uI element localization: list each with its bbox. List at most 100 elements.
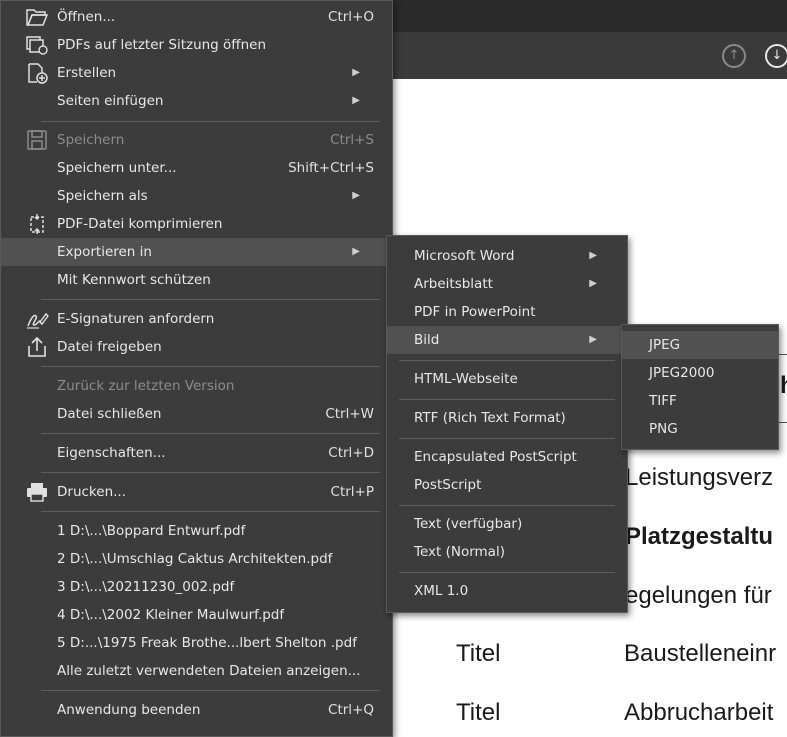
menu-item-properties[interactable]: Eigenschaften... Ctrl+D xyxy=(1,439,392,467)
menu-item-export[interactable]: Exportieren in ▶ xyxy=(1,238,392,266)
file-menu: Öffnen... Ctrl+O PDFs auf letzter Sitzun… xyxy=(0,0,393,737)
doc-text: h xyxy=(780,372,787,400)
doc-text: Titel xyxy=(456,699,501,726)
menu-item-label: Text (verfügbar) xyxy=(414,516,523,532)
image-jpeg2000[interactable]: JPEG2000 xyxy=(622,359,778,387)
menu-item-label: TIFF xyxy=(649,393,677,409)
menu-item-label: PostScript xyxy=(414,477,482,493)
menu-item-share-file[interactable]: Datei freigeben xyxy=(1,333,392,361)
export-image[interactable]: Bild ▶ xyxy=(387,326,627,354)
create-pdf-icon xyxy=(25,62,49,84)
image-tiff[interactable]: TIFF xyxy=(622,387,778,415)
pdf-session-icon xyxy=(25,34,49,56)
export-xml[interactable]: XML 1.0 xyxy=(387,577,627,605)
menu-item-compress[interactable]: PDF-Datei komprimieren xyxy=(1,210,392,238)
menu-item-show-all-recent[interactable]: Alle zuletzt verwendeten Dateien anzeige… xyxy=(1,657,392,685)
folder-open-icon xyxy=(25,6,49,28)
arrow-down-circle-icon[interactable]: ↓ xyxy=(765,44,787,68)
doc-text: Abbrucharbeit xyxy=(624,699,774,726)
menu-item-label: Datei schließen xyxy=(57,406,162,422)
menu-item-label: JPEG2000 xyxy=(649,365,715,381)
menu-item-save[interactable]: Speichern Ctrl+S xyxy=(1,126,392,154)
menu-item-password-protect[interactable]: Mit Kennwort schützen xyxy=(1,266,392,294)
menu-item-label: Eigenschaften... xyxy=(57,445,166,461)
menu-item-label: Speichern xyxy=(57,132,125,148)
image-jpeg[interactable]: JPEG xyxy=(622,331,778,359)
menu-item-revert[interactable]: Zurück zur letzten Version xyxy=(1,372,392,400)
menu-item-label: 3 D:\...\20211230_002.pdf xyxy=(57,579,235,595)
export-rtf[interactable]: RTF (Rich Text Format) xyxy=(387,404,627,432)
recent-file-5[interactable]: 5 D:...\1975 Freak Brothe...lbert Shelto… xyxy=(1,629,392,657)
signature-icon xyxy=(25,308,49,330)
export-powerpoint[interactable]: PDF in PowerPoint xyxy=(387,298,627,326)
compress-icon xyxy=(25,213,49,235)
menu-item-insert-pages[interactable]: Seiten einfügen ▶ xyxy=(1,87,392,115)
shortcut: Ctrl+O xyxy=(328,9,374,25)
separator xyxy=(399,572,615,573)
menu-item-label: 4 D:\...\2002 Kleiner Maulwurf.pdf xyxy=(57,607,285,623)
recent-file-4[interactable]: 4 D:\...\2002 Kleiner Maulwurf.pdf xyxy=(1,601,392,629)
export-postscript[interactable]: PostScript xyxy=(387,471,627,499)
separator xyxy=(41,511,380,512)
menu-item-label: Speichern unter... xyxy=(57,160,177,176)
menu-item-save-as-type[interactable]: Speichern als ▶ xyxy=(1,182,392,210)
separator xyxy=(41,299,380,300)
menu-item-label: PDF in PowerPoint xyxy=(414,304,536,320)
menu-item-open-last-session[interactable]: PDFs auf letzter Sitzung öffnen xyxy=(1,31,392,59)
recent-file-1[interactable]: 1 D:\...\Boppard Entwurf.pdf xyxy=(1,517,392,545)
menu-item-label: JPEG xyxy=(649,337,681,353)
menu-item-label: Arbeitsblatt xyxy=(414,276,493,292)
separator xyxy=(41,472,380,473)
menu-item-close-file[interactable]: Datei schließen Ctrl+W xyxy=(1,400,392,428)
image-png[interactable]: PNG xyxy=(622,415,778,443)
printer-icon xyxy=(25,481,49,503)
export-text-normal[interactable]: Text (Normal) xyxy=(387,538,627,566)
recent-file-2[interactable]: 2 D:\...\Umschlag Caktus Architekten.pdf xyxy=(1,545,392,573)
separator xyxy=(399,399,615,400)
menu-item-open[interactable]: Öffnen... Ctrl+O xyxy=(1,3,392,31)
separator xyxy=(399,360,615,361)
menu-item-label: Öffnen... xyxy=(57,9,116,25)
recent-file-3[interactable]: 3 D:\...\20211230_002.pdf xyxy=(1,573,392,601)
separator xyxy=(399,505,615,506)
menu-item-label: 5 D:...\1975 Freak Brothe...lbert Shelto… xyxy=(57,635,357,651)
submenu-arrow-icon: ▶ xyxy=(589,334,597,345)
menu-item-print[interactable]: Drucken... Ctrl+P xyxy=(1,478,392,506)
export-text-available[interactable]: Text (verfügbar) xyxy=(387,510,627,538)
separator xyxy=(41,121,380,122)
menu-item-label: Alle zuletzt verwendeten Dateien anzeige… xyxy=(57,663,361,679)
shortcut: Ctrl+S xyxy=(330,132,374,148)
doc-text: Baustelleneinr xyxy=(624,640,777,667)
menu-item-label: E-Signaturen anfordern xyxy=(57,311,215,327)
submenu-arrow-icon: ▶ xyxy=(352,95,360,106)
doc-text: Titel xyxy=(456,640,501,667)
menu-item-label: XML 1.0 xyxy=(414,583,469,599)
share-icon xyxy=(25,336,49,358)
menu-item-label: 2 D:\...\Umschlag Caktus Architekten.pdf xyxy=(57,551,333,567)
menu-item-label: 1 D:\...\Boppard Entwurf.pdf xyxy=(57,523,246,539)
export-microsoft-word[interactable]: Microsoft Word ▶ xyxy=(387,242,627,270)
image-submenu: JPEG JPEG2000 TIFF PNG xyxy=(621,324,779,450)
separator xyxy=(41,433,380,434)
separator xyxy=(399,438,615,439)
menu-item-save-as[interactable]: Speichern unter... Shift+Ctrl+S xyxy=(1,154,392,182)
shortcut: Ctrl+D xyxy=(328,445,374,461)
menu-item-request-esignatures[interactable]: E-Signaturen anfordern xyxy=(1,305,392,333)
menu-item-label: RTF (Rich Text Format) xyxy=(414,410,566,426)
export-submenu: Microsoft Word ▶ Arbeitsblatt ▶ PDF in P… xyxy=(386,235,628,613)
menu-item-label: Erstellen xyxy=(57,65,117,81)
doc-text: Leistungsverz xyxy=(625,464,774,491)
export-html[interactable]: HTML-Webseite xyxy=(387,365,627,393)
export-spreadsheet[interactable]: Arbeitsblatt ▶ xyxy=(387,270,627,298)
menu-item-label: Text (Normal) xyxy=(414,544,505,560)
arrow-up-circle-icon[interactable]: ↑ xyxy=(722,44,746,68)
doc-text: Platzgestaltu xyxy=(625,523,774,550)
menu-item-label: PDFs auf letzter Sitzung öffnen xyxy=(57,37,267,53)
menu-item-label: Anwendung beenden xyxy=(57,702,201,718)
menu-item-create[interactable]: Erstellen ▶ xyxy=(1,59,392,87)
menu-item-exit[interactable]: Anwendung beenden Ctrl+Q xyxy=(1,696,392,724)
menu-item-label: Seiten einfügen xyxy=(57,93,164,109)
submenu-arrow-icon: ▶ xyxy=(589,250,597,261)
menu-item-label: Datei freigeben xyxy=(57,339,162,355)
export-eps[interactable]: Encapsulated PostScript xyxy=(387,443,627,471)
